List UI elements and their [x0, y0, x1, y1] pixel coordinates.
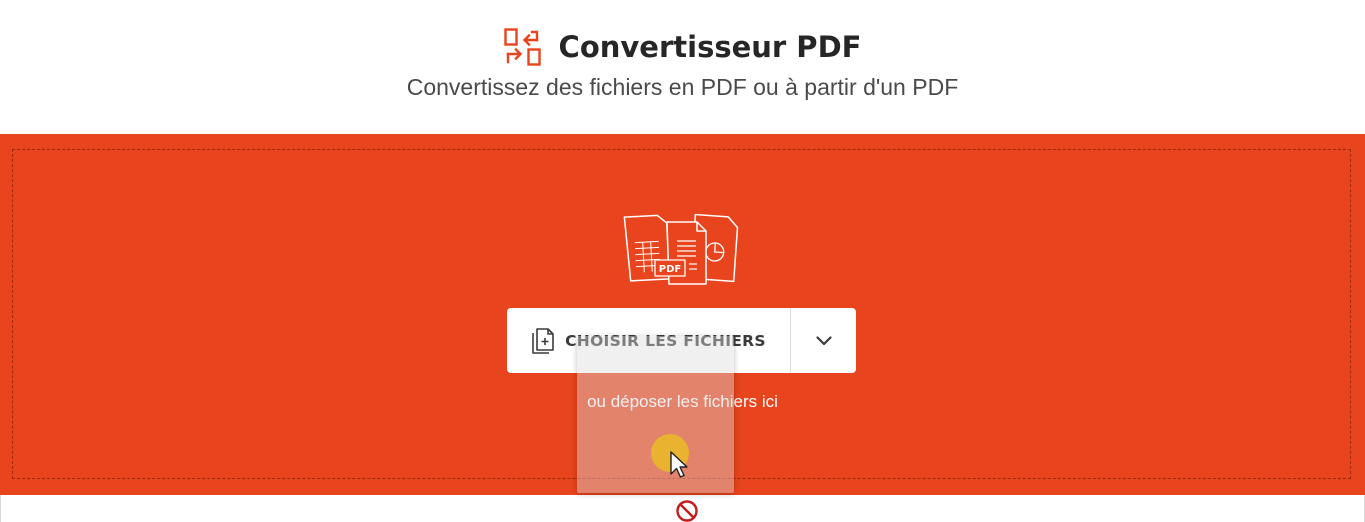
source-dropdown-button[interactable] [791, 308, 856, 373]
page-header: Convertisseur PDF Convertissez des fichi… [0, 0, 1365, 134]
pdf-badge-text: PDF [659, 264, 681, 275]
convert-arrows-icon [503, 28, 541, 66]
page-subtitle: Convertissez des fichiers en PDF ou à pa… [406, 74, 959, 100]
add-file-icon [532, 327, 554, 354]
dragged-file-ghost [577, 336, 734, 493]
no-drop-icon [676, 500, 698, 522]
page-title: Convertisseur PDF [558, 30, 862, 64]
files-illustration: PDF [623, 214, 739, 285]
title-row: Convertisseur PDF [0, 28, 1365, 66]
chevron-down-icon [815, 335, 832, 345]
arrow-cursor-icon [670, 451, 688, 478]
